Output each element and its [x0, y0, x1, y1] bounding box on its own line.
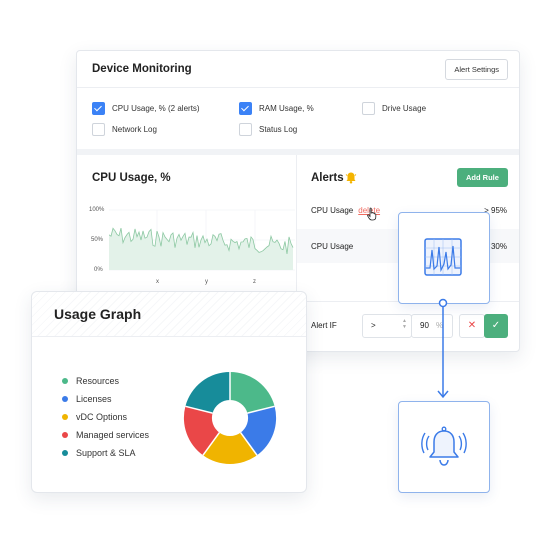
- usage-donut-chart: [183, 371, 277, 464]
- legend-dot: [62, 396, 68, 402]
- legend-dot: [62, 432, 68, 438]
- y-tick-label: 50%: [91, 237, 104, 243]
- checkbox-unchecked-icon[interactable]: [362, 102, 375, 115]
- x-tick-label: x: [156, 279, 159, 285]
- hand-pointer-cursor-icon: [367, 207, 377, 221]
- bell-alert-icon: [345, 172, 357, 184]
- notification-tile: [398, 401, 490, 493]
- device-monitoring-header: Device Monitoring Alert Settings: [77, 51, 519, 88]
- alert-name: CPU Usage: [311, 205, 354, 215]
- legend-label: Licenses: [76, 394, 112, 404]
- alert-name: CPU Usage: [311, 241, 354, 251]
- legend-dot: [62, 378, 68, 384]
- checkbox-label: CPU Usage, % (2 alerts): [112, 104, 200, 113]
- donut-slice-support-sla: [185, 371, 230, 414]
- threshold-value: 90: [420, 321, 429, 330]
- section-divider-band: [77, 149, 519, 155]
- stepper-arrows-icon[interactable]: ▲ ▼: [402, 318, 407, 330]
- checkbox-label: Drive Usage: [382, 104, 427, 113]
- bell-ringing-icon: [421, 426, 467, 466]
- close-icon: ✕: [467, 320, 477, 331]
- metric-checkbox-group: CPU Usage, % (2 alerts) RAM Usage, % Dri…: [77, 88, 519, 150]
- donut-slice-resources: [230, 371, 275, 414]
- legend-dot: [62, 414, 68, 420]
- x-tick-label: y: [205, 279, 208, 285]
- cpu-usage-sparkline: [109, 209, 295, 271]
- monitoring-chart-tile: [398, 212, 490, 304]
- checkbox-status-log[interactable]: Status Log: [239, 123, 297, 136]
- checkbox-unchecked-icon[interactable]: [239, 123, 252, 136]
- legend-item: Support & SLA: [62, 448, 136, 458]
- alert-settings-button[interactable]: Alert Settings: [445, 58, 508, 80]
- checkbox-label: RAM Usage, %: [259, 104, 314, 113]
- check-icon: ✓: [491, 320, 501, 331]
- alert-if-label: Alert IF: [311, 321, 337, 330]
- cpu-usage-title: CPU Usage, %: [92, 172, 171, 184]
- checkbox-ram-usage[interactable]: RAM Usage, %: [239, 102, 314, 115]
- checkbox-checked-icon[interactable]: [239, 102, 252, 115]
- device-monitoring-title: Device Monitoring: [92, 63, 192, 75]
- legend-dot: [62, 450, 68, 456]
- checkbox-checked-icon[interactable]: [92, 102, 105, 115]
- checkbox-label: Status Log: [259, 125, 298, 134]
- x-tick-label: z: [253, 279, 256, 285]
- legend-item: Managed services: [62, 430, 149, 440]
- alert-value: 30%: [490, 241, 507, 251]
- add-rule-button[interactable]: Add Rule: [457, 168, 508, 187]
- legend-item: Licenses: [62, 394, 112, 404]
- checkbox-label: Network Log: [112, 125, 157, 134]
- legend-label: Managed services: [76, 430, 150, 440]
- legend-item: vDC Options: [62, 412, 127, 422]
- checkbox-unchecked-icon[interactable]: [92, 123, 105, 136]
- legend-label: vDC Options: [76, 412, 128, 422]
- legend-label: Resources: [76, 376, 120, 386]
- operator-select[interactable]: > ▲ ▼: [362, 314, 412, 338]
- checkbox-cpu-usage[interactable]: CPU Usage, % (2 alerts): [92, 102, 200, 115]
- cancel-button[interactable]: ✕: [459, 314, 485, 338]
- legend-label: Support & SLA: [76, 448, 136, 458]
- y-tick-label: 0%: [94, 267, 103, 273]
- y-tick-label: 100%: [89, 207, 105, 213]
- flow-arrow: [437, 298, 449, 399]
- checkbox-drive-usage[interactable]: Drive Usage: [362, 102, 426, 115]
- usage-graph-title: Usage Graph: [32, 292, 306, 337]
- chart-monitor-icon: [424, 238, 462, 276]
- alerts-title: Alerts: [311, 172, 344, 184]
- legend-item: Resources: [62, 376, 119, 386]
- checkbox-network-log[interactable]: Network Log: [92, 123, 157, 136]
- confirm-button[interactable]: ✓: [484, 314, 508, 338]
- usage-graph-panel: Usage Graph Resources Licenses vDC Optio…: [31, 291, 307, 493]
- operator-value: >: [371, 321, 376, 330]
